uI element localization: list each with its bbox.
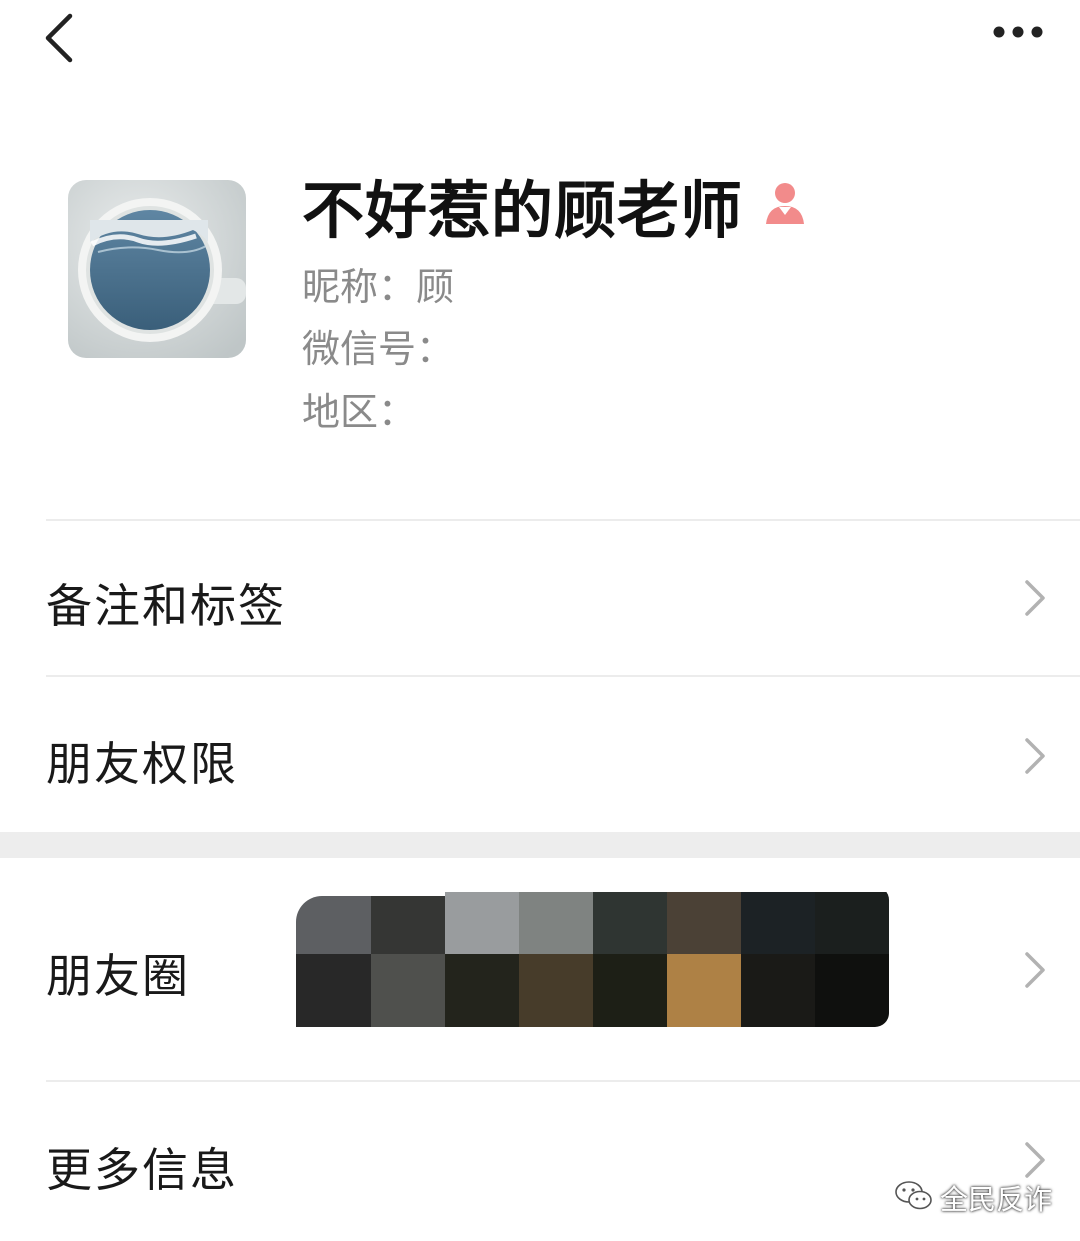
mosaic-tile (741, 892, 816, 954)
ellipsis-icon (993, 26, 1043, 38)
mosaic-tile (519, 892, 594, 954)
region-line: 地区： (302, 381, 416, 436)
mosaic-tile (815, 954, 889, 1027)
mosaic-tile (593, 954, 668, 1027)
nickname-value: 顾 (416, 265, 455, 309)
moments-photo-preview[interactable] (296, 886, 889, 1027)
moments-label: 朋友圈 (46, 949, 190, 1003)
chevron-right-icon (1025, 1142, 1045, 1178)
mosaic-tile (593, 892, 668, 954)
mosaic-tile (371, 954, 446, 1027)
chevron-right-icon (1025, 952, 1045, 988)
nickname-line: 昵称：顾 (302, 256, 454, 311)
more-info-label: 更多信息 (46, 1143, 238, 1197)
mosaic-tile (445, 954, 520, 1027)
mosaic-tile (815, 892, 889, 954)
mosaic-tile (741, 954, 816, 1027)
wechat-id-line: 微信号： (302, 318, 454, 373)
mosaic-tile (519, 954, 594, 1027)
mosaic-tile (371, 896, 446, 954)
friend-permissions-label: 朋友权限 (46, 737, 238, 791)
mosaic-tile (296, 954, 371, 1027)
region-label: 地区： (302, 390, 417, 434)
contact-profile-page: 不好惹的顾老师 昵称：顾 微信号： 地区： 备注和标签 朋友权限 朋友圈 更多信… (0, 0, 1080, 1241)
mosaic-tile (667, 892, 742, 954)
chevron-left-icon (45, 13, 73, 63)
mosaic-tile (667, 954, 742, 1027)
back-button[interactable] (36, 6, 96, 66)
wechat-official-account-icon (895, 1181, 932, 1210)
top-bar (0, 0, 1080, 90)
remark-and-tags-row[interactable]: 备注和标签 (0, 521, 1080, 675)
wechat-id-label: 微信号： (302, 327, 455, 371)
section-separator (0, 832, 1080, 858)
watermark-text: 全民反诈 (940, 1183, 1053, 1216)
chevron-right-icon (1025, 580, 1045, 616)
mosaic-tile (296, 896, 371, 954)
nickname-label: 昵称： (302, 265, 417, 309)
friend-permissions-row[interactable]: 朋友权限 (0, 677, 1080, 832)
mosaic-tile (445, 892, 520, 954)
chevron-right-icon (1025, 738, 1045, 774)
more-options-button[interactable] (980, 10, 1060, 54)
remark-and-tags-label: 备注和标签 (46, 579, 286, 633)
contact-display-name: 不好惹的顾老师 (302, 174, 744, 247)
avatar-image (68, 180, 246, 358)
female-user-icon (762, 180, 808, 226)
more-info-row[interactable]: 更多信息 (0, 1082, 1080, 1241)
avatar[interactable] (68, 180, 246, 358)
